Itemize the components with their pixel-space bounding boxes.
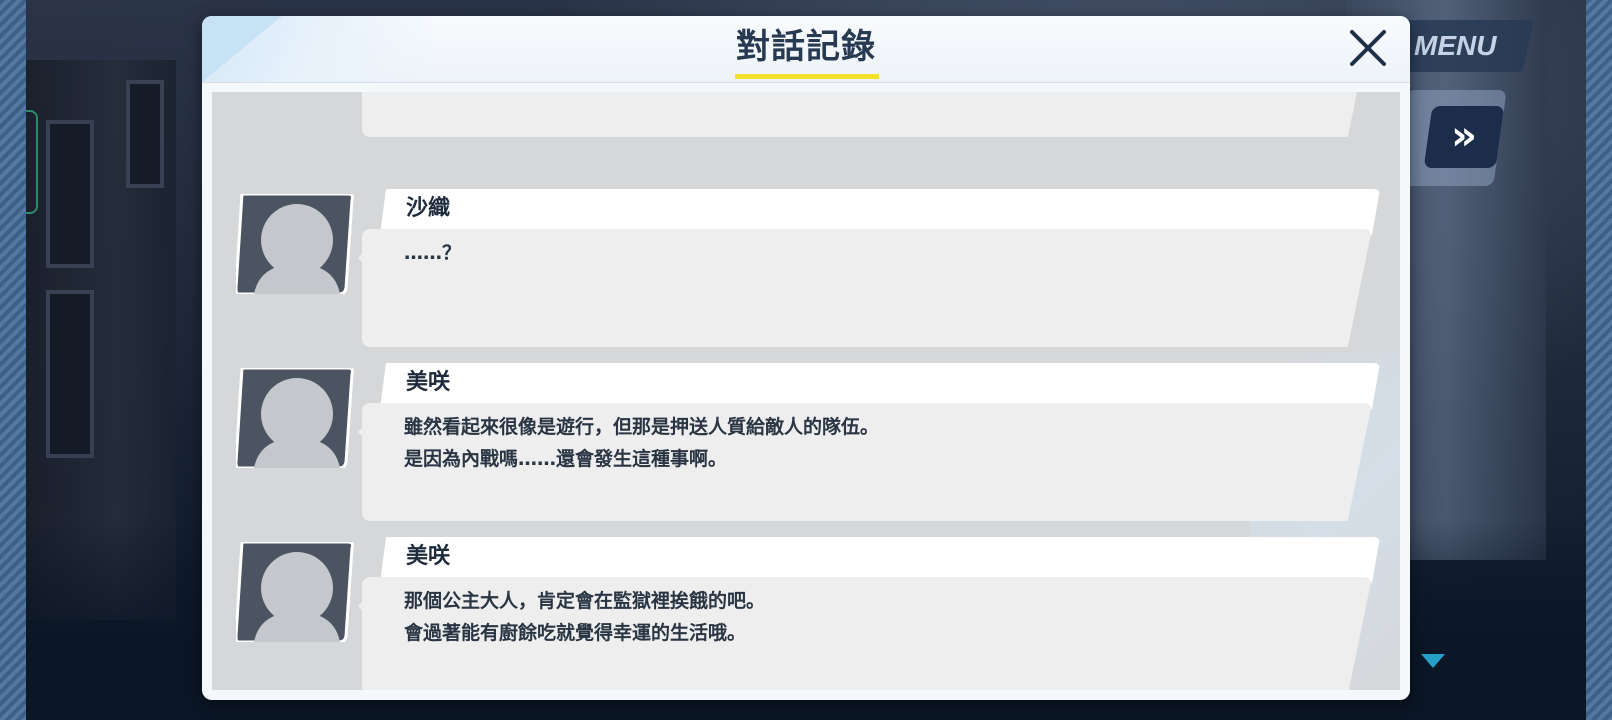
dialogue-entry: 美咲 那個公主大人，肯定會在監獄裡挨餓的吧。 會過著能有廚餘吃就覺得幸運的生活哦… — [212, 532, 1400, 690]
speaker-name: 美咲 — [406, 544, 451, 569]
left-border-stripe — [0, 0, 26, 720]
dialogue-entry: 美咲 雖然看起來很像是遊行，但那是押送人質給敵人的隊伍。 是因為內戰嗎……還會發… — [212, 358, 1400, 528]
avatar-placeholder-icon — [236, 194, 354, 294]
dialogue-log-modal: 對話記錄 沙織 ……？ 美咲 雖然看起來很像是遊行，但那是押送人質給敵人的隊伍。… — [202, 16, 1410, 700]
dialogue-line: 會過著能有廚餘吃就覺得幸運的生活哦。 — [404, 622, 747, 644]
avatar-placeholder-icon — [236, 542, 354, 642]
speaker-name-plate — [380, 537, 1380, 583]
fast-forward-icon: » — [1451, 113, 1478, 159]
dialogue-line: 是因為內戰嗎……還會發生這種事啊。 — [404, 448, 728, 470]
speaker-name: 沙織 — [406, 196, 451, 221]
close-icon — [1350, 30, 1386, 66]
title-underline — [735, 74, 879, 79]
dialogue-entry — [212, 92, 1400, 144]
speaker-name-plate — [380, 363, 1380, 409]
menu-label[interactable]: MENU — [1414, 26, 1514, 66]
side-tab — [26, 110, 38, 214]
dialogue-line: ……？ — [404, 242, 462, 264]
speaker-name-plate — [380, 189, 1380, 235]
dialogue-line: 那個公主大人，肯定會在監獄裡挨餓的吧。 — [404, 590, 766, 612]
modal-title: 對話記錄 — [736, 27, 876, 67]
modal-header: 對話記錄 — [202, 16, 1410, 83]
close-button[interactable] — [1344, 24, 1392, 72]
scroll-down-icon[interactable] — [1421, 654, 1445, 668]
dialogue-text-box — [362, 92, 1372, 137]
background-window — [46, 290, 94, 458]
background-window — [126, 80, 164, 188]
right-border-stripe — [1586, 0, 1612, 720]
dialogue-log-list[interactable]: 沙織 ……？ 美咲 雖然看起來很像是遊行，但那是押送人質給敵人的隊伍。 是因為內… — [212, 92, 1400, 690]
fast-forward-button[interactable]: » — [1423, 106, 1505, 168]
avatar-placeholder-icon — [236, 368, 354, 468]
dialogue-line: 雖然看起來很像是遊行，但那是押送人質給敵人的隊伍。 — [404, 416, 880, 438]
dialogue-entry: 沙織 ……？ — [212, 184, 1400, 354]
background-window — [46, 120, 94, 268]
speaker-name: 美咲 — [406, 370, 451, 395]
dialogue-text-box — [362, 229, 1372, 347]
